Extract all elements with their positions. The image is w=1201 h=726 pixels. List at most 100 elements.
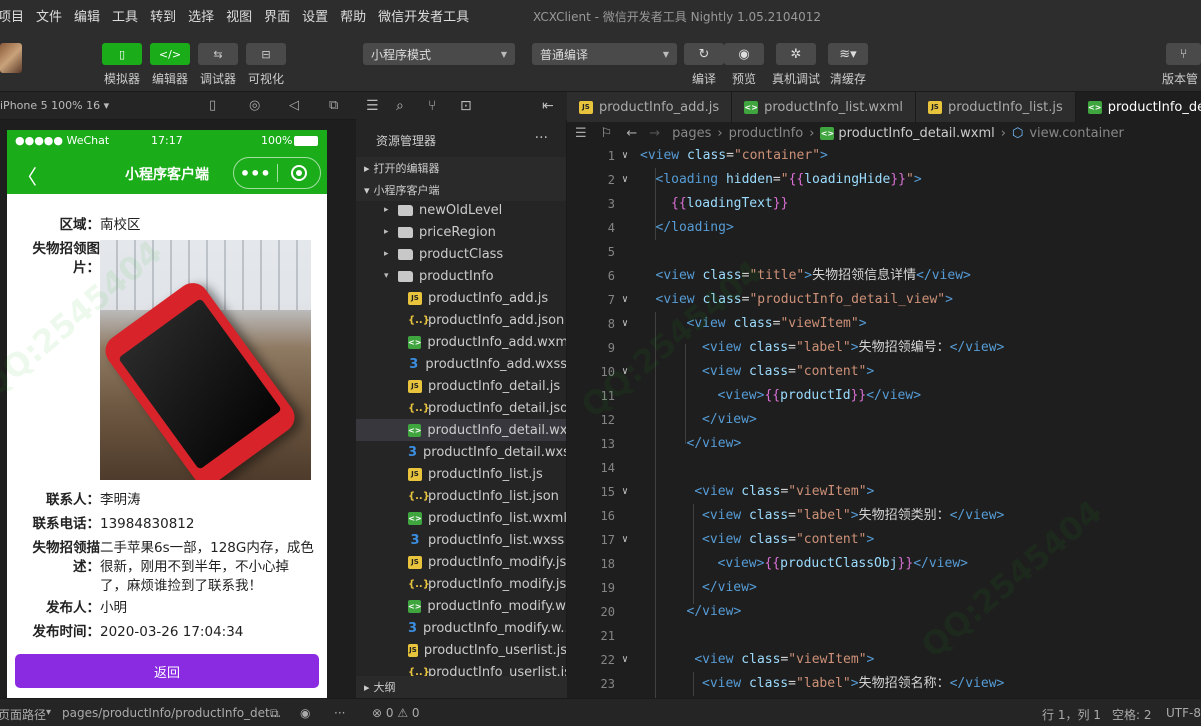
fold-chevron-icon[interactable]: ∨ bbox=[622, 360, 628, 384]
menu-item[interactable]: 设置 bbox=[296, 6, 334, 25]
file-item[interactable]: <> productInfo_list.wxml bbox=[356, 507, 567, 529]
wxss-file-icon: 3 bbox=[408, 620, 418, 636]
cursor-position[interactable]: 行 1，列 1 bbox=[1042, 706, 1101, 723]
version-button[interactable]: ⑂ bbox=[1166, 43, 1201, 65]
more-icon[interactable]: ··· bbox=[334, 706, 345, 720]
menu-item[interactable]: 选择 bbox=[182, 6, 220, 25]
git-icon[interactable]: ⑂ bbox=[428, 98, 436, 114]
bookmark-icon[interactable]: ⚐ bbox=[601, 126, 613, 141]
search-icon[interactable]: ⌕ bbox=[396, 98, 404, 114]
more-icon[interactable]: ··· bbox=[535, 130, 548, 146]
file-label: productInfo_list.wxml bbox=[428, 510, 567, 526]
folder-item[interactable]: ▸ newOldLevel bbox=[356, 199, 566, 221]
menu-item[interactable]: 微信开发者工具 bbox=[372, 6, 475, 25]
file-label: productInfo_modify.w... bbox=[423, 620, 567, 636]
copy-icon[interactable]: ⧉ bbox=[270, 706, 279, 721]
chevron-down-icon: ▼ bbox=[500, 49, 507, 59]
menu-item[interactable]: 工具 bbox=[106, 6, 144, 25]
breadcrumb-folder[interactable]: productInfo bbox=[729, 126, 804, 141]
debug-icon[interactable]: ⊡ bbox=[460, 98, 472, 114]
folder-item[interactable]: ▸ priceRegion bbox=[356, 221, 566, 243]
volume-icon[interactable]: ◁ bbox=[289, 98, 299, 113]
editor-tab[interactable]: <> productInfo_deta bbox=[1075, 92, 1201, 122]
close-miniprogram-button[interactable] bbox=[277, 165, 320, 181]
line-number: 18 bbox=[600, 557, 615, 571]
avatar[interactable] bbox=[0, 43, 22, 73]
record-icon[interactable]: ◎ bbox=[249, 98, 260, 113]
more-icon[interactable]: ••• bbox=[234, 164, 277, 183]
clear-cache-button[interactable]: ≋▾ bbox=[828, 43, 868, 65]
file-item[interactable]: {..} productInfo_modify.js... bbox=[356, 573, 566, 595]
menu-bar: 项目 文件 编辑 工具 转到 选择 视图 界面 设置 帮助 微信开发者工具 bbox=[0, 0, 1201, 30]
breadcrumb-file[interactable]: productInfo_detail.wxml bbox=[838, 126, 994, 141]
outline-section[interactable]: ▸ 大纲 bbox=[356, 676, 567, 698]
editor-tab[interactable]: JS productInfo_add.js bbox=[567, 92, 733, 122]
back-arrow-icon[interactable]: ← bbox=[626, 126, 637, 141]
device-select[interactable]: iPhone 5 100% 16 ▾ bbox=[0, 99, 109, 112]
fold-chevron-icon[interactable]: ∨ bbox=[622, 144, 628, 168]
battery-label: 100% bbox=[261, 134, 293, 147]
breadcrumb-pages[interactable]: pages bbox=[672, 126, 711, 141]
preview-button[interactable]: ◉ bbox=[724, 43, 764, 65]
eye-icon[interactable]: ◉ bbox=[300, 706, 310, 720]
file-item[interactable]: JS productInfo_list.js bbox=[356, 463, 566, 485]
menu-item[interactable]: 帮助 bbox=[334, 6, 372, 25]
project-section[interactable]: ▾ 小程序客户端 bbox=[356, 179, 566, 201]
encoding-setting[interactable]: UTF-8 bbox=[1166, 706, 1201, 720]
editor-tab[interactable]: <> productInfo_list.wxml bbox=[732, 92, 917, 122]
window-icon[interactable]: ⧉ bbox=[329, 98, 338, 113]
file-item[interactable]: JS productInfo_detail.js bbox=[356, 375, 566, 397]
simulator-toggle-button[interactable]: ▯ bbox=[102, 43, 142, 65]
fold-chevron-icon[interactable]: ∨ bbox=[622, 528, 628, 552]
file-item[interactable]: {..} productInfo_detail.json bbox=[356, 397, 566, 419]
compile-select[interactable]: 普通编译 ▼ bbox=[532, 43, 677, 65]
wxss-file-icon: 3 bbox=[408, 444, 418, 460]
page-path[interactable]: pages/productInfo/productInfo_det... bbox=[62, 706, 281, 720]
fold-chevron-icon[interactable]: ∨ bbox=[622, 312, 628, 336]
code-editor[interactable]: 1 ∨ <view class="container"> 2 ∨ <loading hid… bbox=[567, 144, 1201, 698]
debugger-toggle-button[interactable]: ⇆ bbox=[198, 43, 238, 65]
menu-item[interactable]: 转到 bbox=[144, 6, 182, 25]
file-item[interactable]: JS productInfo_userlist.js bbox=[356, 639, 566, 661]
menu-item[interactable]: 文件 bbox=[30, 6, 68, 25]
file-item[interactable]: {..} productInfo_list.json bbox=[356, 485, 566, 507]
file-item[interactable]: 3 productInfo_add.wxss bbox=[356, 353, 566, 375]
list-icon[interactable]: ☰ bbox=[575, 126, 587, 141]
chevron-down-icon[interactable]: ▾ bbox=[46, 707, 51, 718]
indent-setting[interactable]: 空格: 2 bbox=[1112, 706, 1152, 723]
file-item[interactable]: {..} productInfo_add.json bbox=[356, 309, 566, 331]
file-item[interactable]: JS productInfo_modify.js bbox=[356, 551, 566, 573]
fold-chevron-icon[interactable]: ∨ bbox=[622, 288, 628, 312]
mode-select[interactable]: 小程序模式 ▼ bbox=[363, 43, 515, 65]
fold-chevron-icon[interactable]: ∨ bbox=[622, 480, 628, 504]
file-item[interactable]: <> productInfo_add.wxml bbox=[356, 331, 566, 353]
folder-item[interactable]: ▾ productInfo bbox=[356, 265, 566, 287]
breadcrumb-symbol[interactable]: view.container bbox=[1029, 126, 1123, 141]
menu-item[interactable]: 项目 bbox=[0, 6, 30, 25]
menu-item[interactable]: 视图 bbox=[220, 6, 258, 25]
editor-toggle-button[interactable]: </> bbox=[150, 43, 190, 65]
editor-tab[interactable]: JS productInfo_list.js bbox=[916, 92, 1076, 122]
phone-icon[interactable]: ▯ bbox=[209, 98, 216, 113]
file-item[interactable]: 3 productInfo_modify.w... bbox=[356, 617, 567, 639]
compile-button[interactable]: ↻ bbox=[684, 43, 724, 65]
file-item[interactable]: 3 productInfo_list.wxss bbox=[356, 529, 566, 551]
collapse-icon[interactable]: ⇤ bbox=[542, 98, 554, 114]
visual-toggle-button[interactable]: ⊟ bbox=[246, 43, 286, 65]
remote-debug-button[interactable]: ✲ bbox=[776, 43, 816, 65]
open-editors-section[interactable]: ▸ 打开的编辑器 bbox=[356, 157, 566, 179]
problems-indicator[interactable]: ⊗ 0 ⚠ 0 bbox=[372, 706, 420, 720]
file-item[interactable]: <> productInfo_detail.wx... bbox=[356, 419, 566, 441]
menu-item[interactable]: 编辑 bbox=[68, 6, 106, 25]
folder-item[interactable]: ▸ productClass bbox=[356, 243, 566, 265]
fold-chevron-icon[interactable]: ∨ bbox=[622, 648, 628, 672]
carrier-label: ●●●●● WeChat bbox=[15, 134, 110, 147]
file-item[interactable]: JS productInfo_add.js bbox=[356, 287, 566, 309]
files-icon[interactable]: ☰ bbox=[366, 98, 379, 114]
file-item[interactable]: <> productInfo_modify.w... bbox=[356, 595, 566, 617]
back-button[interactable]: 返回 bbox=[15, 654, 319, 688]
forward-arrow-icon[interactable]: → bbox=[649, 126, 660, 141]
fold-chevron-icon[interactable]: ∨ bbox=[622, 168, 628, 192]
file-item[interactable]: 3 productInfo_detail.wxss bbox=[356, 441, 566, 463]
menu-item[interactable]: 界面 bbox=[258, 6, 296, 25]
